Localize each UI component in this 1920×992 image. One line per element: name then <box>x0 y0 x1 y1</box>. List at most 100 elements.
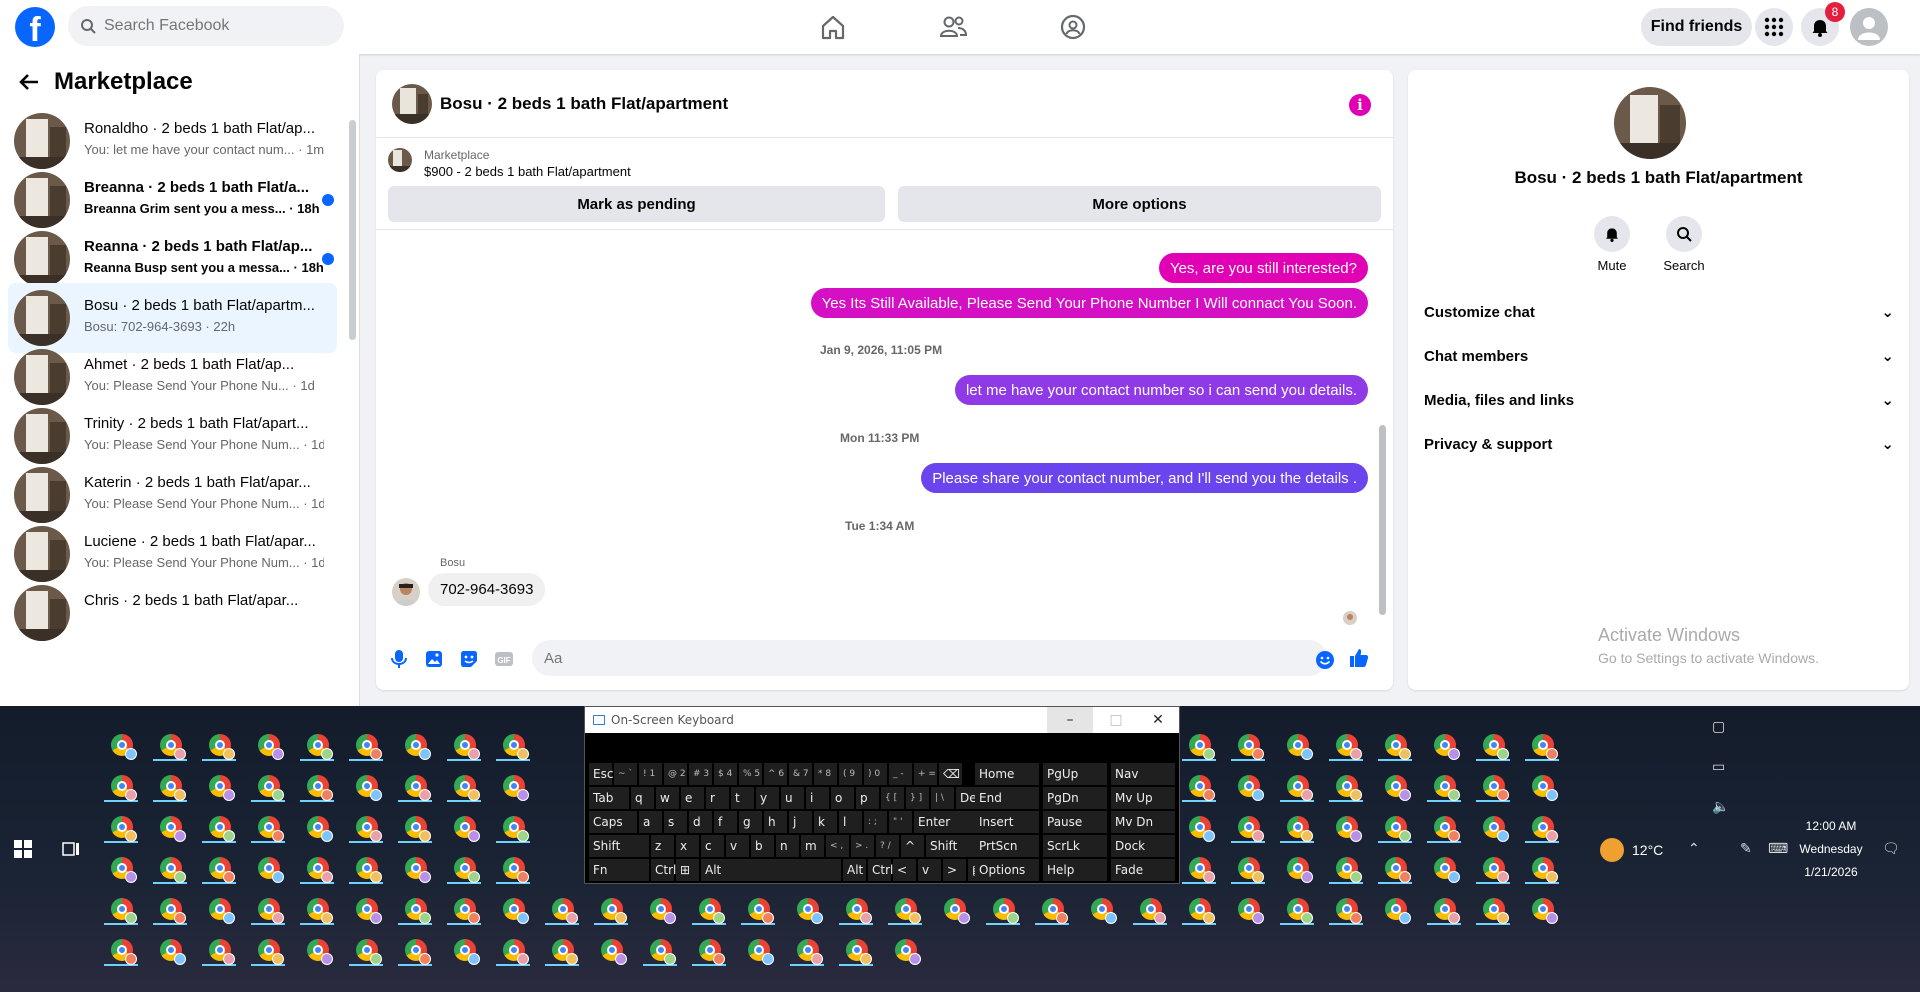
chrome-profile-taskbar-icon[interactable] <box>1182 768 1216 802</box>
chrome-profile-taskbar-icon[interactable] <box>104 850 138 884</box>
osk-key[interactable]: d <box>689 811 712 833</box>
listing-price[interactable]: $900 - 2 beds 1 bath Flat/apartment <box>424 164 631 179</box>
chrome-profile-taskbar-icon[interactable] <box>1378 891 1412 925</box>
osk-key[interactable]: m <box>801 835 824 857</box>
chrome-profile-taskbar-icon[interactable] <box>349 727 383 761</box>
osk-nav-key[interactable]: Dock <box>1111 835 1175 857</box>
notifications-button[interactable]: 8 <box>1801 2 1845 46</box>
osk-nav-key[interactable]: Mv Up <box>1111 787 1175 809</box>
chrome-profile-taskbar-icon[interactable] <box>251 850 285 884</box>
chrome-profile-taskbar-icon[interactable] <box>1231 809 1265 843</box>
customize-chat-row[interactable]: Customize chat ⌄ <box>1424 294 1894 330</box>
chat-scrollbar[interactable] <box>1379 425 1386 615</box>
osk-nav-key[interactable]: Insert <box>975 811 1039 833</box>
chrome-profile-taskbar-icon[interactable] <box>1427 850 1461 884</box>
mute-action[interactable]: Mute <box>1582 216 1642 273</box>
chrome-profile-taskbar-icon[interactable] <box>741 932 775 966</box>
chrome-profile-taskbar-icon[interactable] <box>1427 891 1461 925</box>
chrome-profile-taskbar-icon[interactable] <box>1133 891 1167 925</box>
chrome-profile-taskbar-icon[interactable] <box>104 727 138 761</box>
friends-icon[interactable] <box>938 12 968 42</box>
chrome-profile-taskbar-icon[interactable] <box>1280 727 1314 761</box>
osk-nav-key[interactable]: Pause <box>1043 811 1107 833</box>
chrome-profile-taskbar-icon[interactable] <box>202 850 236 884</box>
chrome-profile-taskbar-icon[interactable] <box>692 891 726 925</box>
chrome-profile-taskbar-icon[interactable] <box>643 891 677 925</box>
osk-nav-key[interactable]: Options <box>975 859 1039 881</box>
chrome-profile-taskbar-icon[interactable] <box>496 809 530 843</box>
message-input[interactable] <box>532 640 1327 676</box>
chrome-profile-taskbar-icon[interactable] <box>1280 850 1314 884</box>
osk-key[interactable]: z <box>651 835 674 857</box>
chrome-profile-taskbar-icon[interactable] <box>202 891 236 925</box>
chrome-profile-taskbar-icon[interactable] <box>1182 891 1216 925</box>
chrome-profile-taskbar-icon[interactable] <box>1378 850 1412 884</box>
phone-link-icon[interactable]: ▢ <box>1712 718 1725 735</box>
gif-icon[interactable]: GIF <box>493 648 515 670</box>
osk-key[interactable]: { [ <box>881 787 904 809</box>
osk-key[interactable]: y <box>756 787 779 809</box>
chrome-profile-taskbar-icon[interactable] <box>496 727 530 761</box>
chrome-profile-taskbar-icon[interactable] <box>447 850 481 884</box>
chrome-profile-taskbar-icon[interactable] <box>1231 850 1265 884</box>
osk-key[interactable]: * 8 <box>814 763 837 785</box>
osk-key[interactable]: Esc <box>589 763 613 785</box>
osk-key[interactable]: p <box>856 787 879 809</box>
osk-nav-key[interactable]: PgDn <box>1043 787 1107 809</box>
chrome-profile-taskbar-icon[interactable] <box>398 809 432 843</box>
chat-title[interactable]: Bosu · 2 beds 1 bath Flat/apartment <box>440 94 728 114</box>
osk-key[interactable]: a <box>639 811 662 833</box>
osk-key[interactable]: ~ ` <box>614 763 637 785</box>
osk-key[interactable]: < <box>893 859 916 881</box>
chrome-profile-taskbar-icon[interactable] <box>1525 809 1559 843</box>
chrome-profile-taskbar-icon[interactable] <box>202 932 236 966</box>
chrome-profile-taskbar-icon[interactable] <box>104 932 138 966</box>
chrome-profile-taskbar-icon[interactable] <box>1182 727 1216 761</box>
chrome-profile-taskbar-icon[interactable] <box>349 768 383 802</box>
osk-key[interactable]: " ' <box>889 811 912 833</box>
clock[interactable]: 12:00 AM Wednesday 1/21/2026 <box>1796 819 1866 879</box>
chrome-profile-taskbar-icon[interactable] <box>349 809 383 843</box>
media-files-links-row[interactable]: Media, files and links ⌄ <box>1424 382 1894 418</box>
chrome-profile-taskbar-icon[interactable] <box>398 891 432 925</box>
task-view-icon[interactable] <box>62 840 80 858</box>
osk-key[interactable]: $ 4 <box>714 763 737 785</box>
osk-key[interactable]: Ctrl <box>651 859 676 881</box>
weather-moon-icon[interactable] <box>1600 838 1624 862</box>
outgoing-message[interactable]: Yes Its Still Available, Please Send You… <box>810 288 1368 318</box>
chrome-profile-taskbar-icon[interactable] <box>1378 809 1412 843</box>
photo-icon[interactable] <box>423 648 445 670</box>
chrome-profile-taskbar-icon[interactable] <box>1378 768 1412 802</box>
chrome-profile-taskbar-icon[interactable] <box>986 891 1020 925</box>
osk-key[interactable]: k <box>814 811 837 833</box>
chrome-profile-taskbar-icon[interactable] <box>251 727 285 761</box>
osk-key[interactable]: j <box>789 811 812 833</box>
chrome-profile-taskbar-icon[interactable] <box>1476 768 1510 802</box>
osk-key[interactable]: @ 2 <box>664 763 687 785</box>
chrome-profile-taskbar-icon[interactable] <box>1525 850 1559 884</box>
chrome-profile-taskbar-icon[interactable] <box>202 727 236 761</box>
search-box[interactable] <box>68 6 344 46</box>
chrome-profile-taskbar-icon[interactable] <box>1280 768 1314 802</box>
privacy-support-row[interactable]: Privacy & support ⌄ <box>1424 426 1894 462</box>
search-input[interactable] <box>104 17 324 35</box>
chrome-profile-taskbar-icon[interactable] <box>300 891 334 925</box>
chrome-profile-taskbar-icon[interactable] <box>251 932 285 966</box>
chrome-profile-taskbar-icon[interactable] <box>496 850 530 884</box>
chrome-profile-taskbar-icon[interactable] <box>496 932 530 966</box>
groups-icon[interactable] <box>1058 12 1088 42</box>
chrome-profile-taskbar-icon[interactable] <box>153 768 187 802</box>
emoji-icon[interactable] <box>1314 649 1336 671</box>
osk-key[interactable]: h <box>764 811 787 833</box>
chrome-profile-taskbar-icon[interactable] <box>839 932 873 966</box>
osk-nav-key[interactable]: PgUp <box>1043 763 1107 785</box>
osk-key[interactable]: < , <box>826 835 849 857</box>
facebook-logo[interactable]: f <box>15 7 55 47</box>
incoming-message[interactable]: 702-964-3693 <box>428 573 546 606</box>
chevron-up-icon[interactable]: ⌃ <box>1688 840 1700 857</box>
conversation-list-scrollbar[interactable] <box>349 120 356 340</box>
chrome-profile-taskbar-icon[interactable] <box>545 891 579 925</box>
pen-icon[interactable]: ✎ <box>1740 840 1752 857</box>
osk-nav-key[interactable]: End <box>975 787 1039 809</box>
chrome-profile-taskbar-icon[interactable] <box>1280 891 1314 925</box>
